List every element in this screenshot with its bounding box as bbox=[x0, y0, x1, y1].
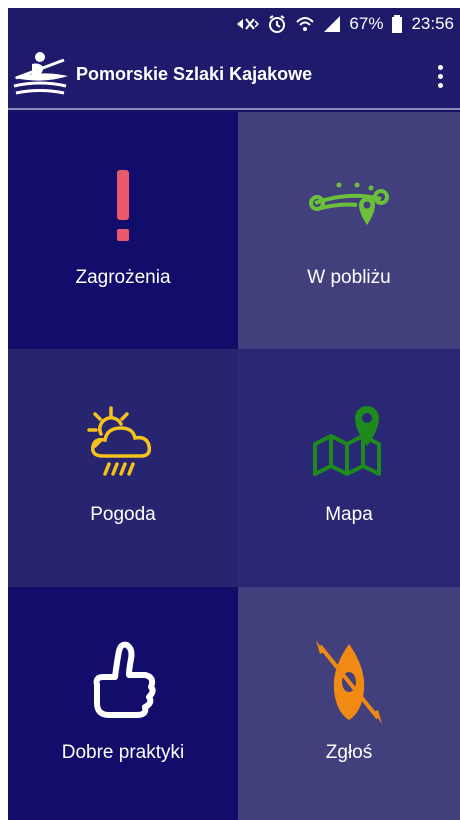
tile-pogoda[interactable]: Pogoda bbox=[8, 349, 238, 587]
tile-zagrozenia[interactable]: Zagrożenia bbox=[8, 112, 238, 349]
tile-label: Dobre praktyki bbox=[61, 742, 185, 763]
tile-zglos[interactable]: Zgłoś bbox=[238, 587, 460, 820]
map-pin-icon bbox=[238, 401, 460, 485]
thumbs-up-icon bbox=[8, 639, 238, 723]
alarm-icon bbox=[267, 14, 287, 34]
tile-label: Mapa bbox=[325, 504, 373, 525]
status-bar: 67% 23:56 bbox=[8, 8, 460, 40]
overflow-menu-button[interactable] bbox=[430, 60, 450, 92]
tile-label: Zgłoś bbox=[325, 742, 373, 763]
clock: 23:56 bbox=[411, 14, 454, 33]
weather-icon bbox=[8, 401, 238, 485]
tile-dobre-praktyki[interactable]: Dobre praktyki bbox=[8, 587, 238, 820]
route-pins-icon bbox=[238, 164, 460, 248]
battery-icon bbox=[391, 14, 403, 34]
signal-icon bbox=[323, 15, 341, 33]
exclamation-icon bbox=[8, 164, 238, 248]
mute-icon bbox=[235, 15, 260, 33]
app-screen: 67% 23:56 Pomorskie Szlaki Kajakowe Zagr… bbox=[8, 8, 460, 820]
app-bar: Pomorskie Szlaki Kajakowe bbox=[8, 40, 460, 110]
app-title: Pomorskie Szlaki Kajakowe bbox=[76, 64, 313, 84]
wifi-icon bbox=[295, 14, 315, 34]
tile-mapa[interactable]: Mapa bbox=[238, 349, 460, 587]
kayak-logo bbox=[10, 48, 70, 102]
tile-label: W pobliżu bbox=[307, 267, 391, 288]
tile-w-poblizu[interactable]: W pobliżu bbox=[238, 112, 460, 349]
menu-grid: Zagrożenia W pobliżu Pogoda Mapa Dobre p… bbox=[8, 112, 460, 820]
overflow-menu-icon bbox=[437, 64, 443, 70]
battery-percent: 67% bbox=[349, 14, 384, 33]
tile-label: Pogoda bbox=[90, 504, 156, 525]
tile-label: Zagrożenia bbox=[75, 267, 171, 288]
kayak-icon bbox=[238, 639, 460, 724]
